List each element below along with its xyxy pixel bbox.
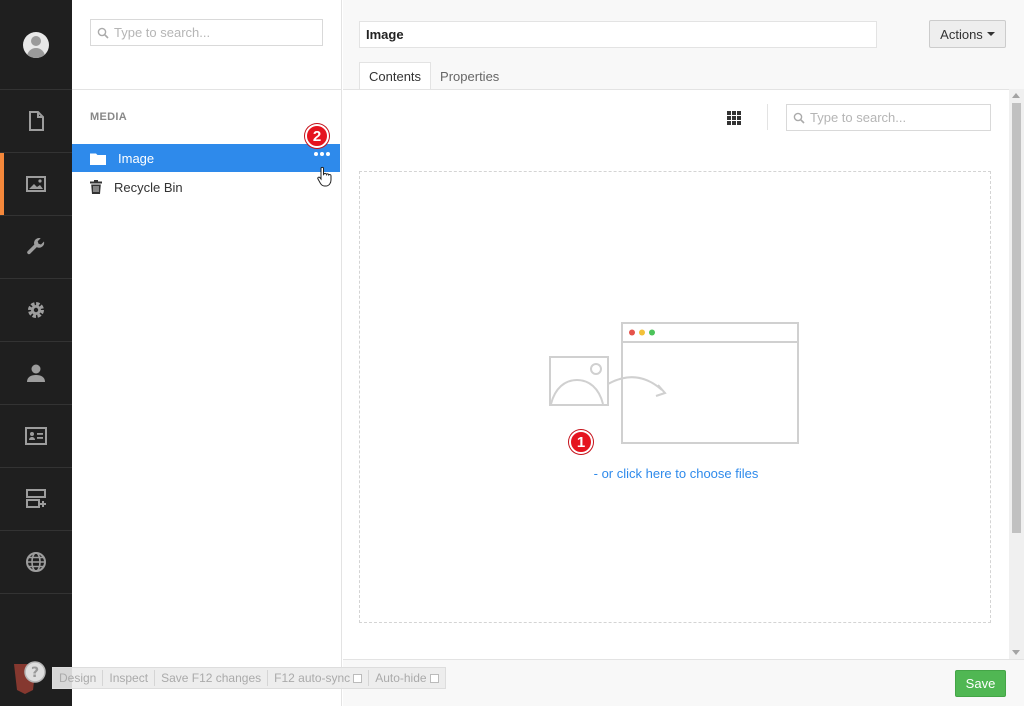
rail-item-translation[interactable] xyxy=(0,531,72,594)
rail-item-media[interactable] xyxy=(0,153,72,216)
more-options-icon[interactable] xyxy=(314,152,330,156)
hand-cursor-icon xyxy=(317,166,332,187)
save-button[interactable]: Save xyxy=(955,670,1006,697)
avatar[interactable] xyxy=(23,31,49,58)
scroll-down-icon[interactable] xyxy=(1012,650,1020,655)
upload-illustration xyxy=(549,322,799,444)
step-badge-1: 1 xyxy=(569,430,593,454)
rail-item-settings[interactable] xyxy=(0,216,72,279)
grid-view-icon[interactable] xyxy=(727,111,741,125)
scrollbar-thumb[interactable] xyxy=(1012,103,1021,533)
help-logo-icon[interactable]: ? xyxy=(12,660,48,696)
rail-item-users[interactable] xyxy=(0,342,72,405)
globe-icon xyxy=(26,552,46,572)
search-icon xyxy=(97,27,109,39)
image-icon xyxy=(26,176,46,192)
tree-search-box[interactable] xyxy=(90,19,323,46)
content-search-input[interactable] xyxy=(810,110,985,125)
id-card-icon xyxy=(25,427,47,445)
tab-properties[interactable]: Properties xyxy=(431,62,508,90)
rail-item-members[interactable] xyxy=(0,405,72,468)
toolbar-separator xyxy=(767,104,768,130)
actions-label: Actions xyxy=(940,26,983,42)
gear-icon xyxy=(28,302,44,318)
tree-node-image[interactable]: Image xyxy=(72,144,340,172)
search-icon xyxy=(793,112,805,124)
file-dropzone[interactable]: 1 - or click here to choose files xyxy=(359,171,991,623)
avatar-container xyxy=(0,0,72,90)
dev-save-changes-button[interactable]: Save F12 changes xyxy=(155,670,269,686)
dev-auto-sync-label: F12 auto-sync xyxy=(274,671,351,685)
document-icon xyxy=(29,111,44,131)
dev-toolbar: ? Design Inspect Save F12 changes F12 au… xyxy=(12,660,446,696)
wrench-icon xyxy=(27,237,45,255)
tree-node-label: Image xyxy=(118,150,155,166)
content-scrollbar[interactable] xyxy=(1009,89,1024,659)
editor-tabs: Contents Properties xyxy=(359,62,508,90)
server-add-icon xyxy=(26,489,46,508)
media-name-input[interactable] xyxy=(359,21,877,48)
dev-auto-hide-checkbox[interactable] xyxy=(429,673,439,683)
tree-section-title: MEDIA xyxy=(90,111,127,123)
editor-panel: Actions Contents Properties xyxy=(343,0,1024,706)
dev-auto-sync-toggle[interactable]: F12 auto-sync xyxy=(268,670,370,686)
dev-auto-hide-label: Auto-hide xyxy=(375,671,427,685)
dev-auto-hide-toggle[interactable]: Auto-hide xyxy=(369,670,444,686)
tree-divider xyxy=(72,89,342,90)
dev-inspect-button[interactable]: Inspect xyxy=(103,670,156,686)
choose-files-link[interactable]: - or click here to choose files xyxy=(360,466,992,481)
dev-design-button[interactable]: Design xyxy=(53,670,104,686)
dev-toolbar-strip: Design Inspect Save F12 changes F12 auto… xyxy=(52,667,446,689)
dev-auto-sync-checkbox[interactable] xyxy=(353,673,363,683)
tab-contents[interactable]: Contents xyxy=(359,62,432,90)
contents-area: 1 - or click here to choose files xyxy=(343,89,1009,659)
content-search-box[interactable] xyxy=(786,104,991,131)
tree-search-input[interactable] xyxy=(114,25,314,40)
svg-text:?: ? xyxy=(31,665,39,681)
scroll-up-icon[interactable] xyxy=(1012,93,1020,98)
step-badge-2: 2 xyxy=(305,124,329,148)
tree-node-recycle-bin[interactable]: Recycle Bin xyxy=(72,173,340,201)
tree-node-label: Recycle Bin xyxy=(114,179,183,195)
rail-item-developer[interactable] xyxy=(0,279,72,342)
trash-icon xyxy=(90,180,102,194)
rail-item-content[interactable] xyxy=(0,90,72,153)
caret-down-icon xyxy=(986,32,995,36)
actions-button[interactable]: Actions xyxy=(929,20,1006,48)
section-rail xyxy=(0,0,72,706)
user-icon xyxy=(27,364,45,382)
media-tree-panel: MEDIA Image Recycle Bin 2 xyxy=(72,0,342,706)
folder-icon xyxy=(90,153,106,165)
rail-item-forms[interactable] xyxy=(0,468,72,531)
